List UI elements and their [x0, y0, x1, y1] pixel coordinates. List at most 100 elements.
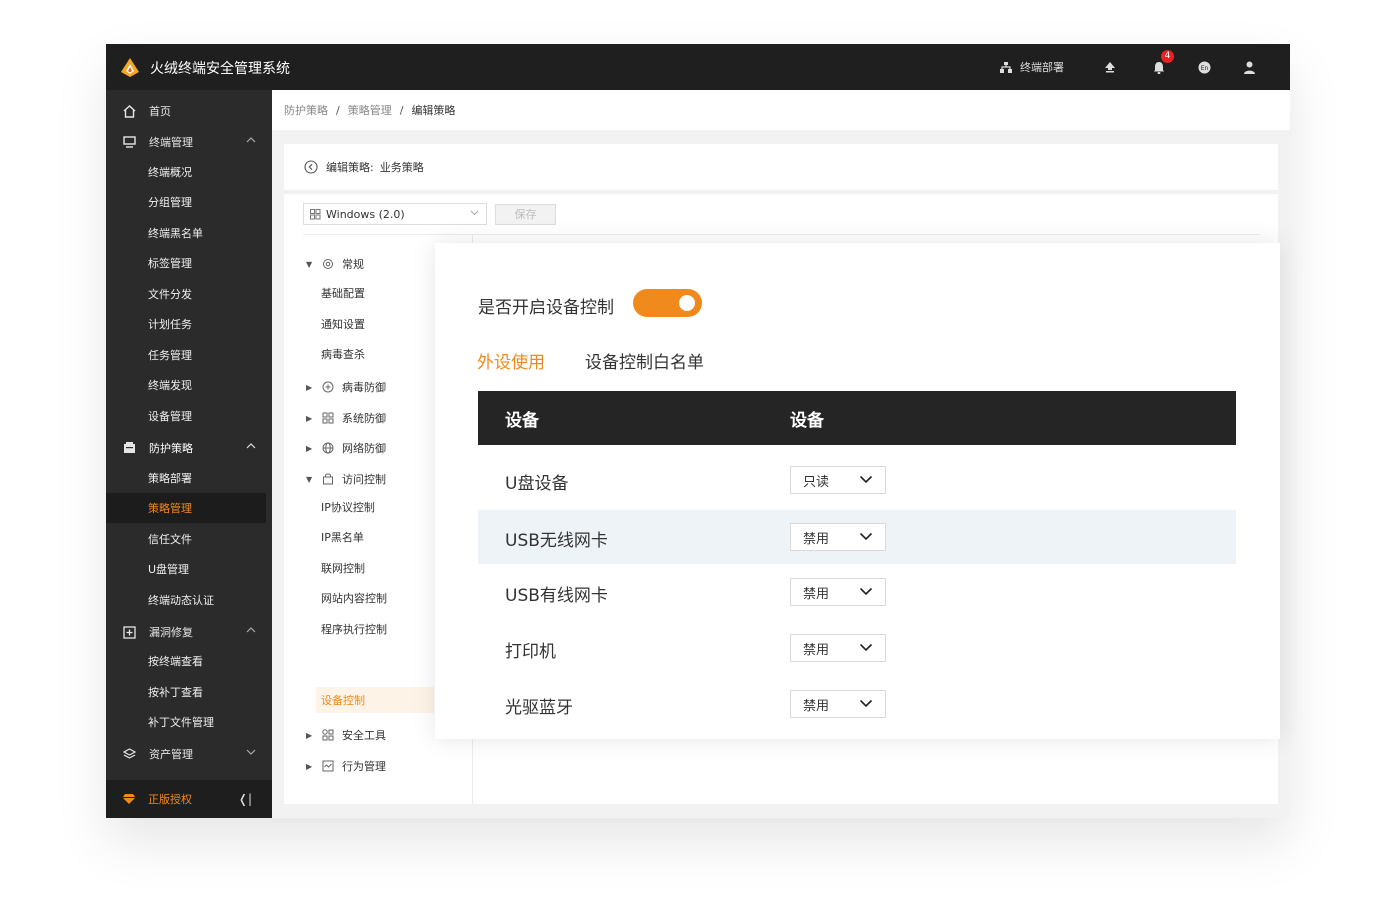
- sidebar-item-label: 补丁文件管理: [148, 714, 214, 730]
- sidebar-home-label: 首页: [149, 103, 171, 119]
- language-button[interactable]: En: [1198, 44, 1212, 90]
- device-name: 光驱蓝牙: [505, 693, 573, 718]
- license-button[interactable]: 正版授权 ❬|: [106, 780, 272, 818]
- tree-group-label: 访问控制: [342, 471, 386, 487]
- notification-button[interactable]: 4: [1153, 44, 1173, 90]
- tree-group-virus-defense[interactable]: ▶ 病毒防御: [306, 374, 386, 400]
- device-policy-value: 只读: [803, 471, 829, 490]
- tree-group-security-tools[interactable]: ▶ 安全工具: [306, 722, 386, 748]
- device-control-panel: 是否开启设备控制 外设使用 设备控制白名单 设备 设备 U盘设备 只读 USB无…: [435, 243, 1280, 739]
- tree-group-label: 网络防御: [342, 440, 386, 456]
- sidebar-item-label: 按终端查看: [148, 653, 203, 669]
- policy-icon: [122, 441, 136, 455]
- tree-group-general[interactable]: ▼ 常规: [306, 251, 364, 277]
- sidebar-group-assets[interactable]: 资产管理: [106, 739, 272, 769]
- sidebar-item-file-distribute[interactable]: 文件分发: [106, 279, 272, 309]
- os-select[interactable]: Windows (2.0): [303, 203, 487, 225]
- device-policy-value: 禁用: [803, 528, 829, 547]
- device-policy-value: 禁用: [803, 695, 829, 714]
- sidebar-item-terminal-blacklist[interactable]: 终端黑名单: [106, 218, 272, 248]
- collapse-sidebar-icon[interactable]: ❬|: [238, 792, 252, 806]
- windows-grid-icon: [322, 412, 334, 424]
- column-header-device: 设备: [505, 406, 539, 431]
- device-policy-select[interactable]: 禁用: [790, 634, 886, 662]
- sidebar-item-policy-manage[interactable]: 策略管理: [106, 493, 266, 523]
- caret-right-icon: ▶: [306, 383, 314, 392]
- tree-group-behavior-manage[interactable]: ▶ 行为管理: [306, 753, 386, 779]
- sidebar-item-by-terminal[interactable]: 按终端查看: [106, 646, 272, 676]
- back-icon[interactable]: [304, 160, 318, 174]
- upgrade-button[interactable]: [1104, 44, 1118, 90]
- sidebar-group-protection[interactable]: 防护策略: [106, 433, 272, 463]
- sidebar-group-terminal[interactable]: 终端管理: [106, 127, 272, 157]
- sidebar-group-vuln-fix[interactable]: 漏洞修复: [106, 617, 272, 647]
- tree-item-virus-scan[interactable]: 病毒查杀: [321, 341, 365, 367]
- device-policy-select[interactable]: 只读: [790, 466, 886, 494]
- tree-item-notify-settings[interactable]: 通知设置: [321, 311, 365, 337]
- sidebar-item-task-manage[interactable]: 任务管理: [106, 340, 272, 370]
- tree-item-ip-blacklist[interactable]: IP黑名单: [321, 524, 364, 550]
- sidebar-item-label: 终端黑名单: [148, 225, 203, 241]
- sidebar-item-tag-manage[interactable]: 标签管理: [106, 248, 272, 278]
- user-button[interactable]: [1244, 44, 1258, 90]
- bell-icon: [1153, 61, 1165, 74]
- tab-peripheral-usage[interactable]: 外设使用: [477, 348, 545, 373]
- language-icon: En: [1198, 61, 1211, 74]
- tree-group-system-defense[interactable]: ▶ 系统防御: [306, 405, 386, 431]
- sidebar-item-terminal-discover[interactable]: 终端发现: [106, 370, 272, 400]
- apps-icon: [322, 729, 334, 741]
- device-policy-select[interactable]: 禁用: [790, 523, 886, 551]
- breadcrumb-item[interactable]: 策略管理: [348, 102, 392, 118]
- device-policy-select[interactable]: 禁用: [790, 690, 886, 718]
- sidebar-item-device-manage[interactable]: 设备管理: [106, 401, 272, 431]
- column-header-policy: 设备: [790, 406, 824, 431]
- tree-item-ip-protocol[interactable]: IP协议控制: [321, 494, 375, 520]
- caret-down-icon: ▼: [306, 475, 314, 484]
- tab-device-whitelist[interactable]: 设备控制白名单: [585, 348, 704, 373]
- sidebar-item-group-manage[interactable]: 分组管理: [106, 187, 272, 217]
- deploy-button[interactable]: 终端部署: [1000, 44, 1080, 90]
- gear-icon: [322, 258, 334, 270]
- sidebar-item-label: 信任文件: [148, 531, 192, 547]
- device-control-toggle[interactable]: [633, 289, 702, 317]
- table-row: 打印机 禁用: [478, 621, 1236, 675]
- tree-item-device-control[interactable]: 设备控制: [316, 687, 434, 713]
- device-policy-select[interactable]: 禁用: [790, 578, 886, 606]
- breadcrumb-item[interactable]: 防护策略: [284, 102, 328, 118]
- tree-group-access-control[interactable]: ▼ 访问控制: [306, 466, 386, 492]
- tree-group-label: 行为管理: [342, 758, 386, 774]
- sidebar-item-patch-files[interactable]: 补丁文件管理: [106, 707, 272, 737]
- tree-group-label: 常规: [342, 256, 364, 272]
- license-label: 正版授权: [148, 791, 192, 807]
- caret-right-icon: ▶: [306, 444, 314, 453]
- notification-badge: 4: [1161, 50, 1174, 63]
- tree-item-program-exec[interactable]: 程序执行控制: [321, 616, 387, 642]
- tree-group-label: 病毒防御: [342, 379, 386, 395]
- sidebar-item-scheduled-task[interactable]: 计划任务: [106, 309, 272, 339]
- tree-item-basic-config[interactable]: 基础配置: [321, 280, 365, 306]
- tree-item-web-content[interactable]: 网站内容控制: [321, 585, 387, 611]
- tree-group-network-defense[interactable]: ▶ 网络防御: [306, 435, 386, 461]
- sidebar-item-trusted-files[interactable]: 信任文件: [106, 524, 272, 554]
- breadcrumb: 防护策略 / 策略管理 / 编辑策略: [272, 90, 1290, 130]
- sidebar-item-usb-manage[interactable]: U盘管理: [106, 554, 272, 584]
- upgrade-icon: [1104, 61, 1116, 73]
- tree-group-label: 系统防御: [342, 410, 386, 426]
- network-deploy-icon: [1000, 62, 1012, 73]
- sidebar-item-by-patch[interactable]: 按补丁查看: [106, 677, 272, 707]
- sidebar-item-terminal-overview[interactable]: 终端概况: [106, 157, 272, 187]
- device-name: U盘设备: [505, 469, 568, 494]
- breadcrumb-separator: /: [336, 104, 340, 117]
- tree-item-label: 程序执行控制: [321, 621, 387, 637]
- sidebar-group-label: 资产管理: [149, 746, 193, 762]
- table-row: U盘设备 只读: [478, 453, 1236, 507]
- tree-item-network-control[interactable]: 联网控制: [321, 555, 365, 581]
- device-name: USB无线网卡: [505, 526, 608, 551]
- app-title: 火绒终端安全管理系统: [150, 58, 290, 78]
- sidebar-item-dynamic-auth[interactable]: 终端动态认证: [106, 585, 272, 615]
- save-button[interactable]: 保存: [495, 204, 556, 225]
- sidebar-item-home[interactable]: 首页: [106, 96, 272, 126]
- page-title-label: 编辑策略:: [326, 159, 374, 175]
- sidebar-item-policy-deploy[interactable]: 策略部署: [106, 463, 272, 493]
- chevron-down-icon: [859, 643, 873, 652]
